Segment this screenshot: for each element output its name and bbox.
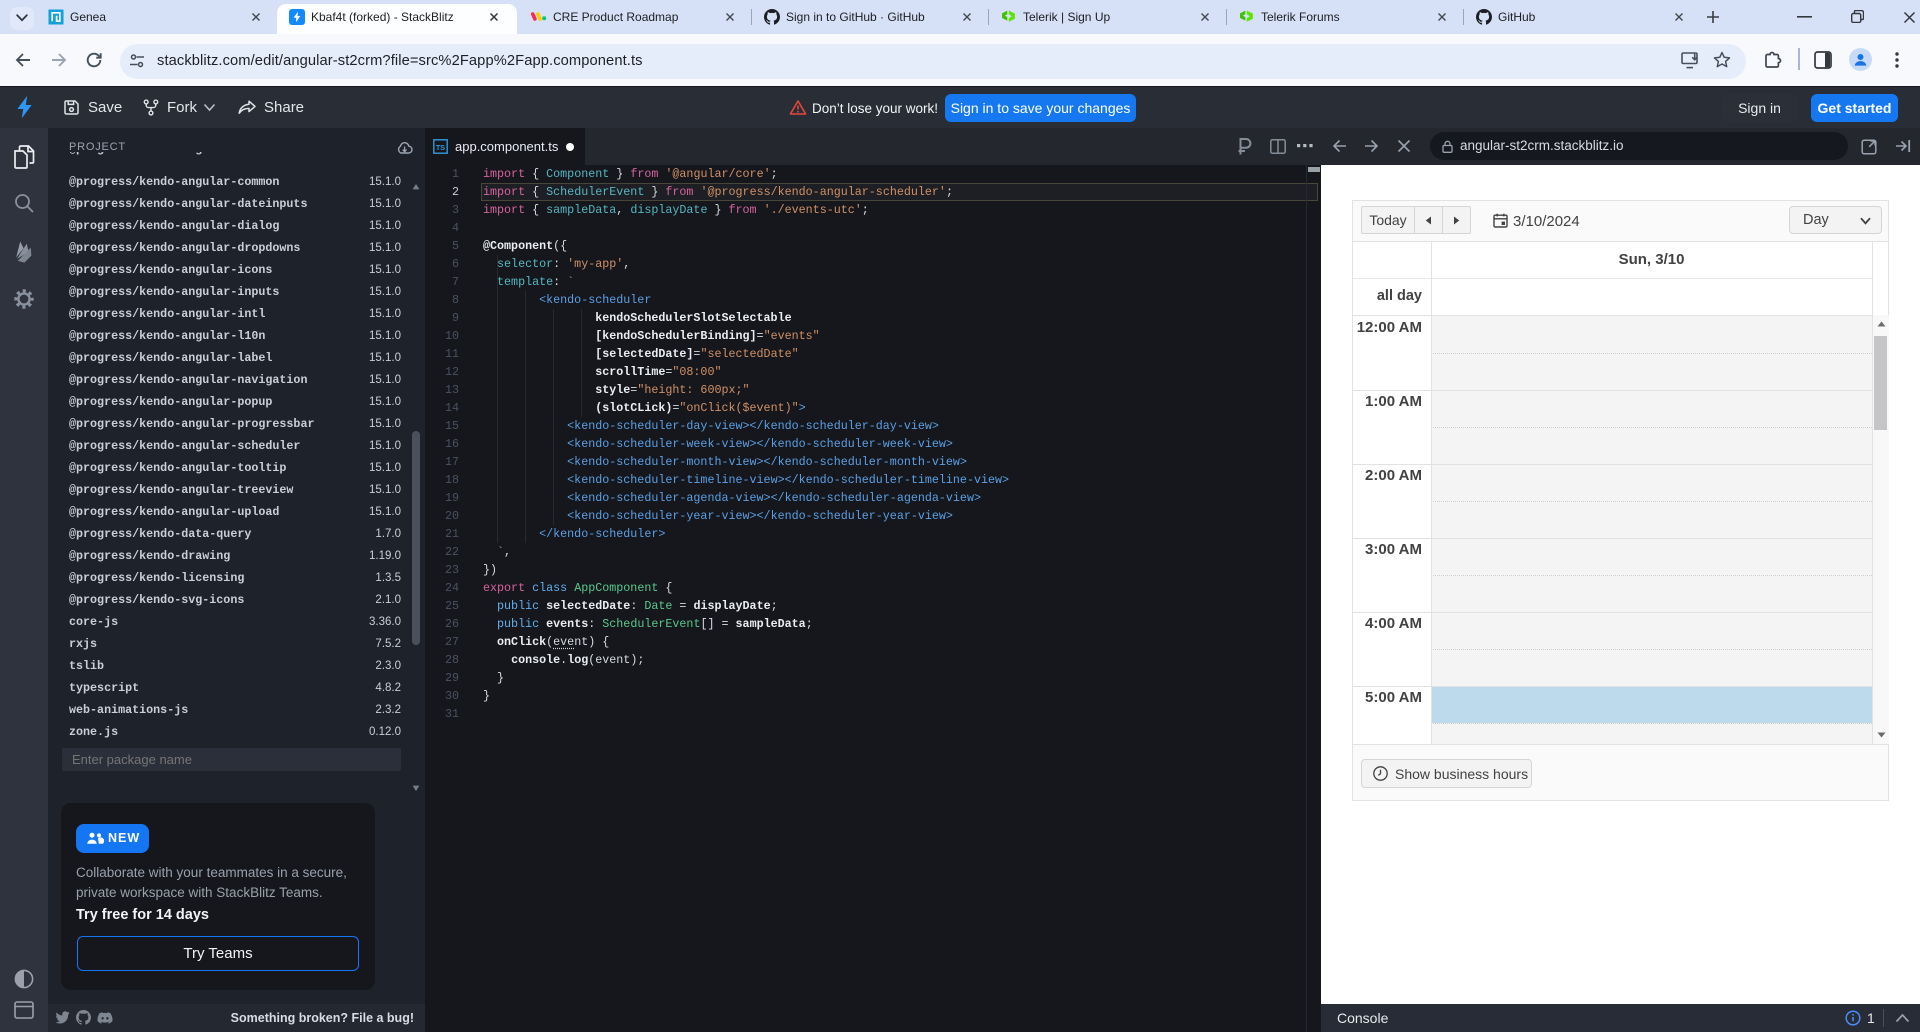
svg-text:TS: TS [436,143,445,152]
